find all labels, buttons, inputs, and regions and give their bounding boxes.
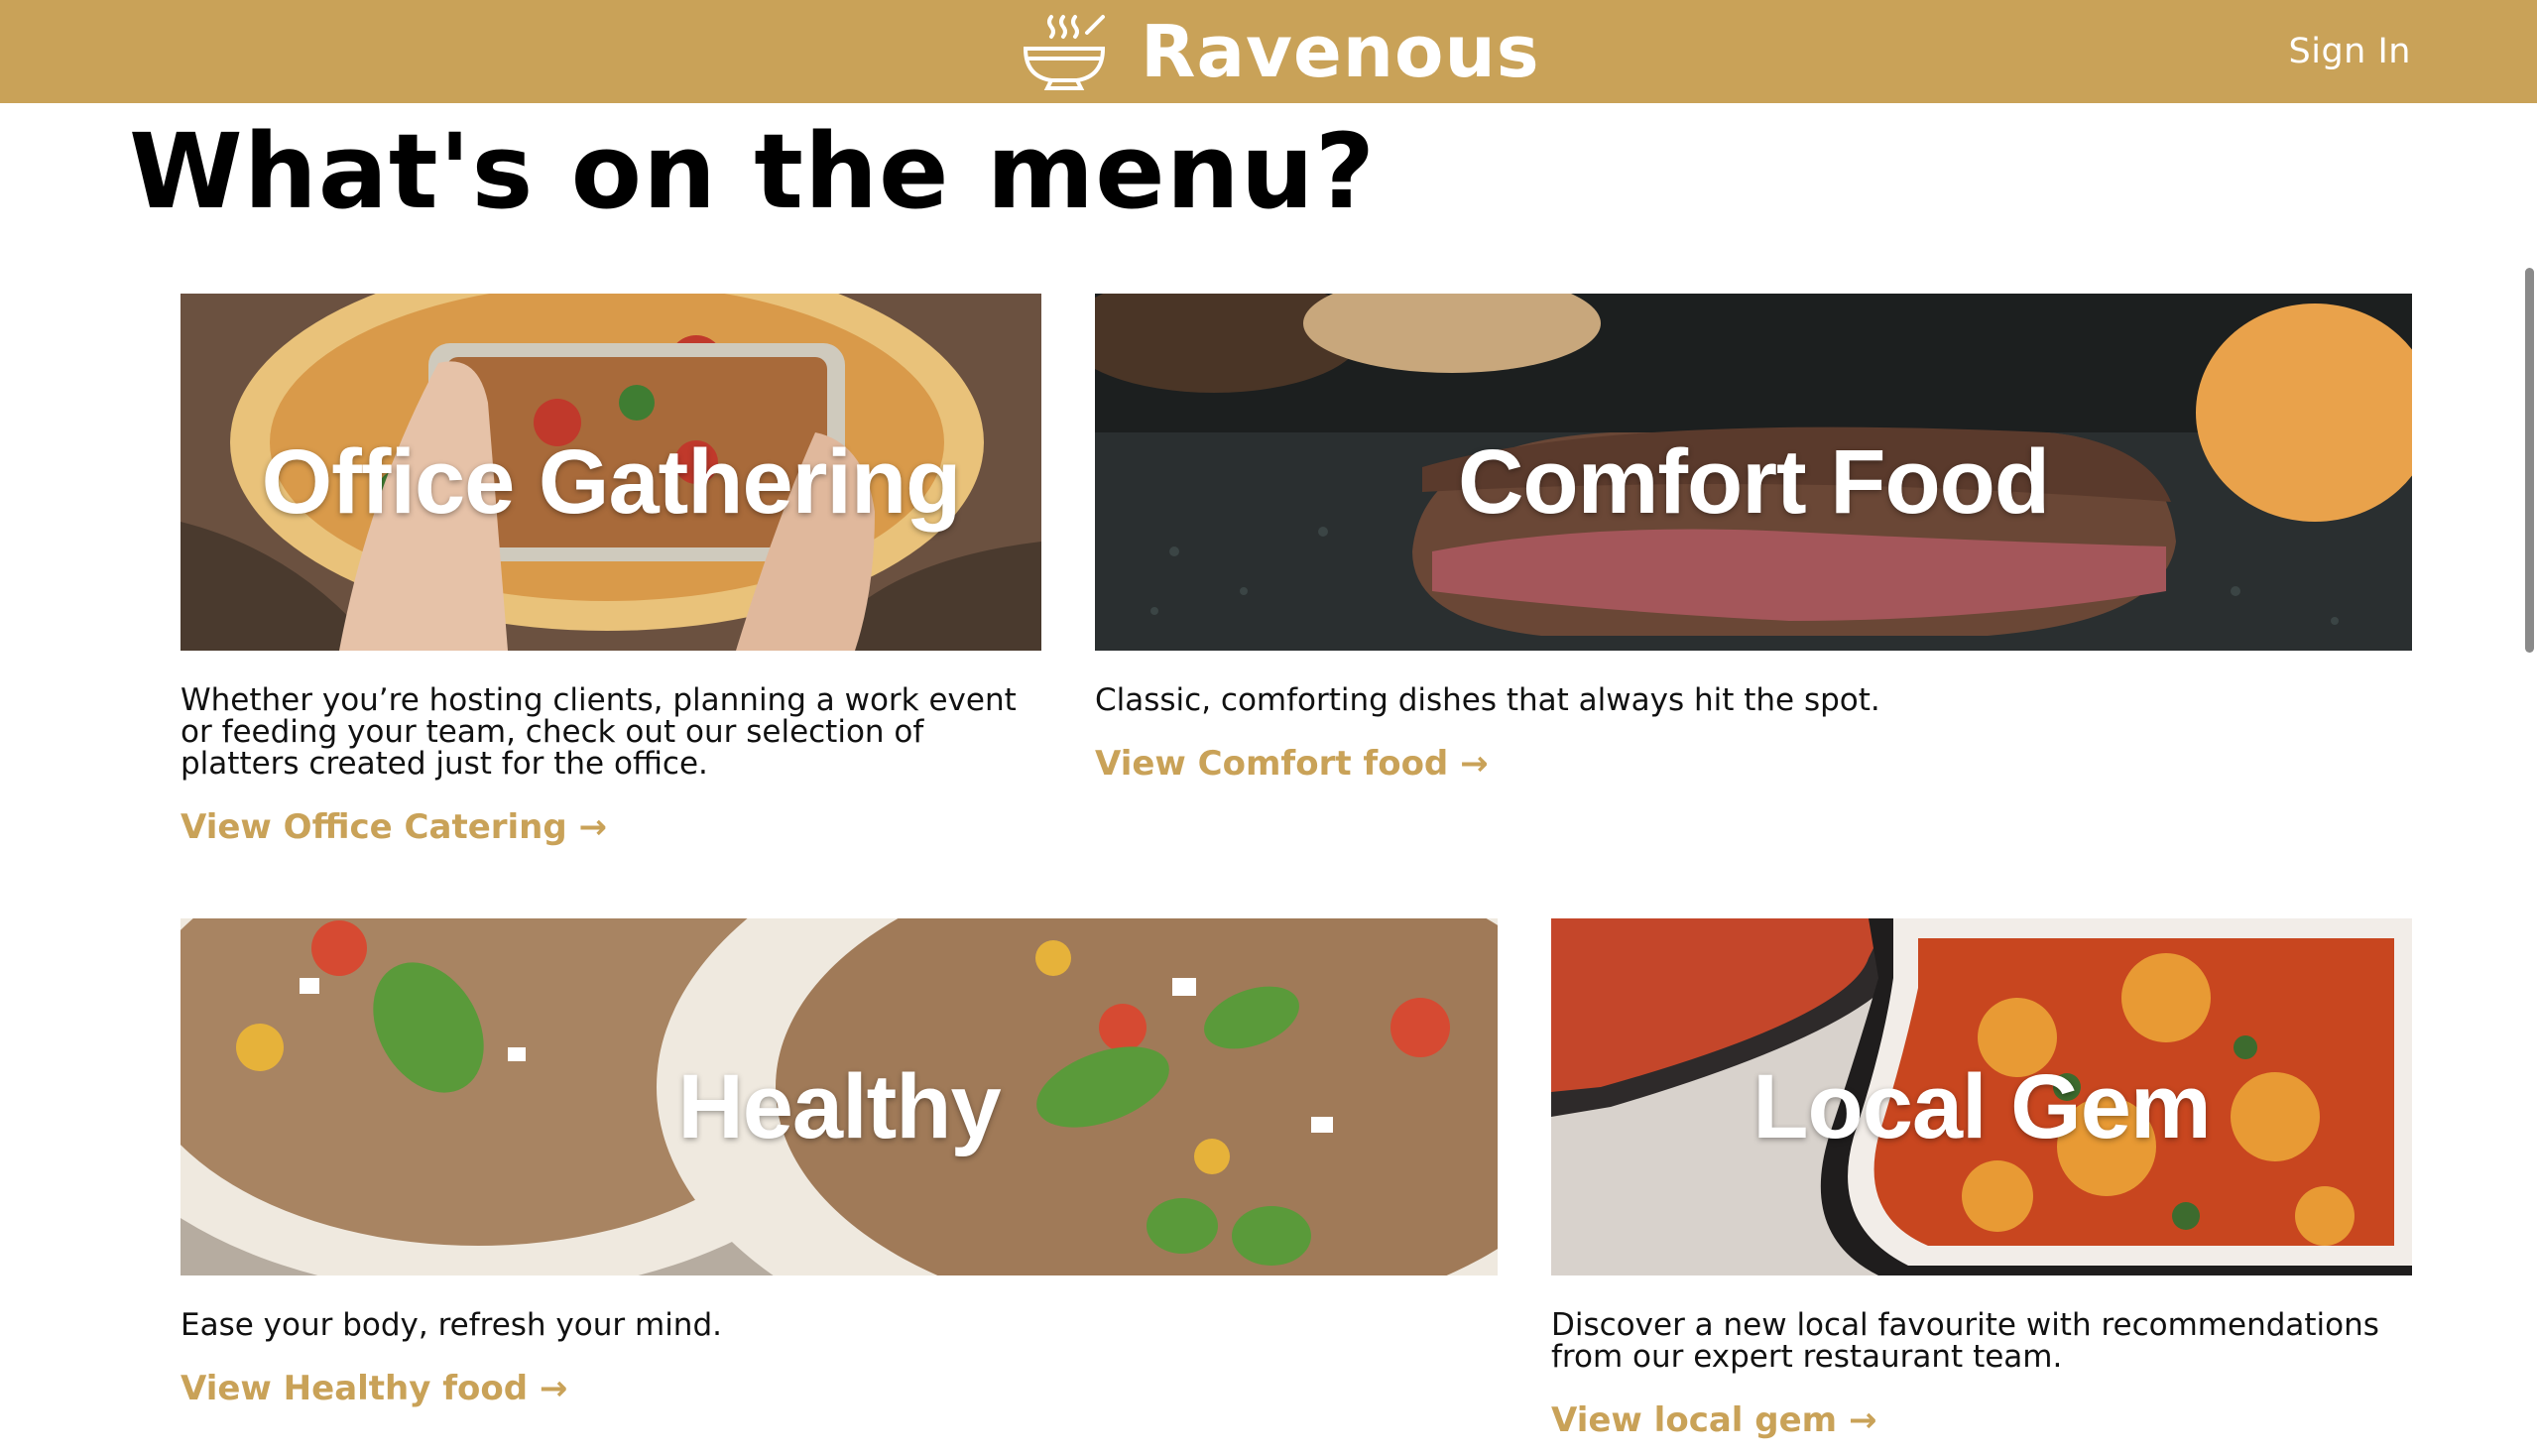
healthy-description: Ease your body, refresh your mind. bbox=[181, 1307, 722, 1343]
category-card-local-gem: Local Gem Discover a new local favourite… bbox=[1551, 918, 2412, 1440]
healthy-image[interactable]: Healthy bbox=[181, 918, 1498, 1275]
comfort-food-image[interactable]: Comfort Food bbox=[1095, 294, 2412, 651]
comfort-food-description: Classic, comforting dishes that always h… bbox=[1095, 682, 1880, 718]
site-header: Ravenous Sign In bbox=[0, 0, 2537, 103]
scrollbar-thumb[interactable] bbox=[2525, 268, 2534, 653]
local-gem-description: Discover a new local favourite with reco… bbox=[1551, 1307, 2379, 1375]
brand[interactable]: Ravenous bbox=[1022, 8, 1540, 95]
view-local-gem-link[interactable]: View local gem → bbox=[1551, 1400, 1876, 1440]
view-office-catering-link[interactable]: View Office Catering → bbox=[181, 807, 607, 847]
soup-bowl-icon bbox=[1023, 15, 1106, 90]
comfort-food-image-title: Comfort Food bbox=[1457, 431, 2050, 533]
page-scrollbar[interactable] bbox=[2521, 268, 2537, 653]
view-healthy-food-link[interactable]: View Healthy food → bbox=[181, 1369, 567, 1408]
sign-in-link[interactable]: Sign In bbox=[2289, 28, 2411, 75]
category-card-comfort-food: Comfort Food Classic, comforting dishes … bbox=[1095, 294, 2412, 784]
office-gathering-image-title: Office Gathering bbox=[261, 431, 962, 533]
local-gem-image[interactable]: Local Gem bbox=[1551, 918, 2412, 1275]
view-comfort-food-link[interactable]: View Comfort food → bbox=[1095, 744, 1489, 784]
healthy-image-title: Healthy bbox=[677, 1056, 1001, 1157]
local-gem-image-title: Local Gem bbox=[1752, 1056, 2211, 1157]
category-card-office-gathering: Office Gathering Whether you’re hosting … bbox=[181, 294, 1041, 847]
brand-name: Ravenous bbox=[1141, 10, 1540, 93]
office-gathering-description: Whether you’re hosting clients, planning… bbox=[181, 682, 1017, 782]
category-card-healthy: Healthy Ease your body, refresh your min… bbox=[181, 918, 1498, 1408]
office-gathering-image[interactable]: Office Gathering bbox=[181, 294, 1041, 651]
page-title: What's on the menu? bbox=[129, 111, 1377, 232]
